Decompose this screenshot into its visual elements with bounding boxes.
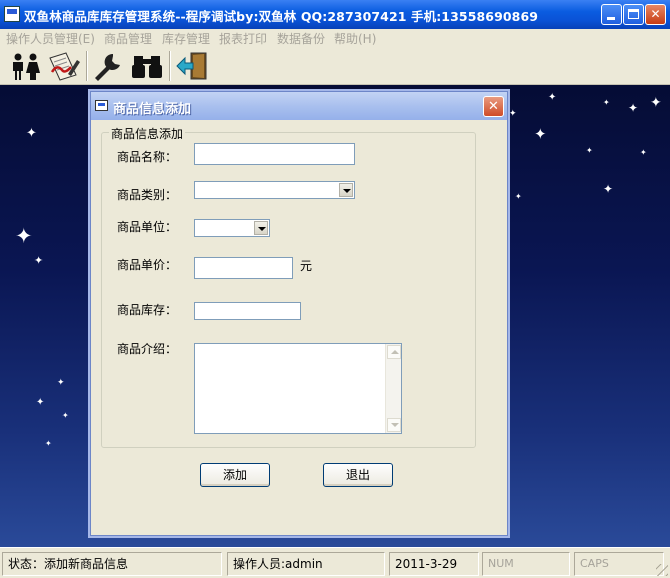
star-decoration: ✦ [628,101,639,115]
product-price-label: 商品单价： [117,258,178,272]
star-decoration: ✦ [57,378,65,388]
dialog-app-icon [95,100,108,111]
star-decoration: ✦ [509,109,517,119]
app-icon [4,6,20,22]
toolbar-separator [86,51,88,81]
binoculars-icon [132,56,162,78]
scroll-down-icon[interactable] [387,418,401,432]
chevron-down-icon[interactable] [339,183,353,197]
star-decoration: ✦ [515,192,522,201]
product-intro-textarea[interactable] [194,343,402,434]
toolbar-settings-button[interactable] [91,50,127,82]
star-decoration: ✦ [548,92,557,103]
add-button[interactable]: 添加 [200,463,270,487]
star-decoration: ✦ [534,125,547,143]
product-unit-label: 商品单位： [117,220,178,234]
maximize-icon [628,9,639,19]
close-button[interactable]: ✕ [645,4,666,25]
toolbar-operators-button[interactable] [8,50,44,82]
product-unit-select[interactable] [194,219,270,237]
menu-product-management[interactable]: 商品管理 [104,30,152,47]
window-title: 双鱼林商品库库存管理系统--程序调试by:双鱼林 QQ:287307421 手机… [24,9,539,24]
edit-document-icon [49,52,80,81]
status-bar: 状态：添加新商品信息 操作人员:admin 2011-3-29 NUM CAPS [0,547,670,578]
product-price-input[interactable] [194,257,293,279]
toolbar-edit-button[interactable] [46,50,82,82]
close-icon: ✕ [488,99,499,114]
menu-operator-management[interactable]: 操作人员管理(E) [6,30,95,47]
product-intro-label: 商品介绍： [117,342,178,356]
exit-button[interactable]: 退出 [323,463,393,487]
toolbar-separator [169,51,171,81]
menu-data-backup[interactable]: 数据备份 [277,30,325,47]
scroll-up-icon[interactable] [387,345,401,359]
window-titlebar: 双鱼林商品库库存管理系统--程序调试by:双鱼林 QQ:287307421 手机… [0,0,670,29]
close-icon: ✕ [650,7,661,21]
toolbar-search-button[interactable] [129,50,165,82]
minimize-button[interactable] [601,4,622,25]
star-decoration: ✦ [650,95,662,111]
star-decoration: ✦ [26,126,37,141]
product-stock-label: 商品库存： [117,303,178,317]
dialog-title: 商品信息添加 [113,102,192,117]
exit-door-icon [176,52,207,80]
dialog-titlebar: 商品信息添加 ✕ [91,92,507,120]
star-decoration: ✦ [15,224,33,248]
star-decoration: ✦ [62,411,69,420]
groupbox-title: 商品信息添加 [109,125,186,142]
product-category-label: 商品类别： [117,188,178,202]
star-decoration: ✦ [36,397,45,408]
product-name-label: 商品名称： [117,150,178,164]
wrench-icon [95,53,120,81]
star-decoration: ✦ [603,98,610,107]
minimize-icon [607,17,615,20]
star-decoration: ✦ [586,146,593,155]
toolbar-exit-button[interactable] [174,50,210,82]
star-decoration: ✦ [34,254,44,267]
menu-help[interactable]: 帮助(H) [334,30,376,47]
maximize-button[interactable] [623,4,644,25]
product-add-dialog: 商品信息添加 ✕ 商品信息添加 商品名称： 商品类别： 商品单位： 商品单价： … [90,91,508,536]
product-name-input[interactable] [194,143,355,165]
star-decoration: ✦ [45,439,52,448]
chevron-down-icon[interactable] [254,221,268,235]
price-currency-unit: 元 [300,259,313,273]
dialog-close-button[interactable]: ✕ [483,96,504,117]
resize-grip[interactable] [656,564,668,576]
product-stock-input[interactable] [194,302,301,320]
users-icon [13,53,40,80]
star-decoration: ✦ [640,148,647,157]
status-num-lock: NUM [482,552,570,576]
status-operator: 操作人员:admin [227,552,385,576]
menu-inventory-management[interactable]: 库存管理 [162,30,210,47]
menu-bar: 操作人员管理(E) 商品管理 库存管理 报表打印 数据备份 帮助(H) [0,29,670,47]
toolbar [0,47,670,85]
status-date: 2011-3-29 [389,552,479,576]
status-text: 状态：添加新商品信息 [2,552,222,576]
menu-report-print[interactable]: 报表打印 [219,30,267,47]
textarea-scrollbar[interactable] [385,344,401,433]
star-decoration: ✦ [603,182,614,196]
product-category-select[interactable] [194,181,355,199]
status-caps-lock: CAPS [574,552,664,576]
